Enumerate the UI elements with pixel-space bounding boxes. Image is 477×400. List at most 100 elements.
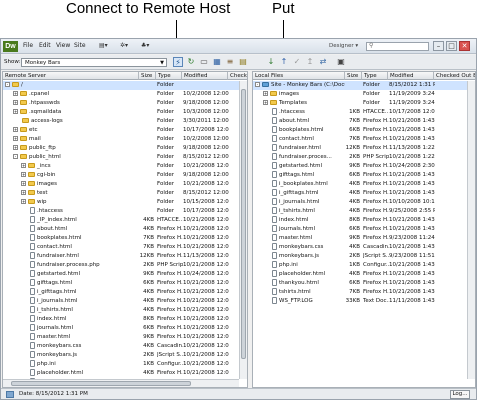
column-header-size[interactable]: Size bbox=[139, 72, 156, 80]
file-row[interactable]: + public_ftp Folder 9/18/2008 12:00 AM bbox=[3, 144, 247, 153]
file-row[interactable]: contact.html 7KBFirefox H...10/21/2008 12… bbox=[3, 243, 247, 252]
file-row[interactable]: php.ini 1KBConfigur...10/21/2008 12:00 AM bbox=[3, 360, 247, 369]
synchronize-icon[interactable]: ⇄ bbox=[318, 57, 328, 67]
menu-file[interactable]: File bbox=[23, 42, 33, 49]
site-icon[interactable]: ♣▾ bbox=[141, 42, 149, 49]
column-header-local-files[interactable]: Local Files bbox=[253, 72, 345, 80]
file-row[interactable]: _IP_index.html 4KB HTACCE... 10/21/2008 12:… bbox=[3, 216, 247, 225]
file-row[interactable]: .htaccess 1KBHTACCE...10/17/2008 12:00 AM bbox=[253, 108, 475, 117]
file-row[interactable]: getstarted.html 9KBFirefox H...10/24/2008… bbox=[253, 162, 475, 171]
file-row[interactable]: bookplates.html 6KBFirefox H...10/21/2008… bbox=[253, 126, 475, 135]
column-header-type[interactable]: Type bbox=[156, 72, 182, 80]
log-button[interactable]: Log... bbox=[450, 390, 470, 399]
search-input[interactable]: ⚲ bbox=[366, 42, 429, 51]
file-row[interactable]: index.html 8KBFirefox H...10/21/2008 1:43… bbox=[253, 216, 475, 225]
file-row[interactable]: + Templates Folder 11/19/2009 3:24 PM bbox=[253, 99, 475, 108]
file-row[interactable]: + wip Folder 10/15/2008 12:00 AM bbox=[3, 198, 247, 207]
get-icon[interactable]: ↓ bbox=[266, 57, 276, 67]
file-row[interactable]: getstarted.html 9KBFirefox H...10/24/2008… bbox=[3, 270, 247, 279]
file-row[interactable]: + images Folder 11/19/2009 3:24 PM bbox=[253, 90, 475, 99]
file-row[interactable]: fundraiser.proces... 2KB PHP Script 10/21/2… bbox=[253, 153, 475, 162]
scroll-thumb[interactable] bbox=[241, 89, 246, 359]
file-row[interactable]: php.ini 1KBConfigur...10/21/2008 1:43 PM bbox=[253, 261, 475, 270]
column-header-modified[interactable]: Modified bbox=[182, 72, 228, 80]
file-row[interactable]: journals.html 6KBFirefox H...10/21/2008 1… bbox=[253, 225, 475, 234]
file-row[interactable]: i_tshirts.html 4KBFirefox H...9/25/2008 2… bbox=[253, 207, 475, 216]
file-row[interactable]: + images Folder 10/21/2008 12:00 AM bbox=[3, 180, 247, 189]
file-row[interactable]: - / Folder bbox=[3, 81, 247, 90]
file-row[interactable]: - public_html Folder 8/15/2012 12:00 AM bbox=[3, 153, 247, 162]
file-row[interactable]: gifttags.html 6KBFirefox H...10/21/2008 1… bbox=[253, 171, 475, 180]
expand-icon[interactable]: ▣ bbox=[336, 57, 346, 67]
file-row[interactable]: + mail Folder 10/2/2008 12:00 AM bbox=[3, 135, 247, 144]
expand-icon[interactable]: + bbox=[263, 91, 268, 96]
check-in-icon[interactable]: ↥ bbox=[305, 57, 315, 67]
file-row[interactable]: + cgi-bin Folder 9/18/2008 12:00 AM bbox=[3, 171, 247, 180]
file-row[interactable]: monkeybars.css 4KBCascadin...10/21/2008 1… bbox=[3, 342, 247, 351]
file-row[interactable]: placeholder.html 4KBFirefox H...10/21/200… bbox=[253, 270, 475, 279]
expand-icon[interactable]: + bbox=[263, 100, 268, 105]
expand-icon[interactable]: + bbox=[13, 136, 18, 141]
extend-icon[interactable]: ✲▾ bbox=[120, 42, 128, 49]
file-row[interactable]: + .htpasswds Folder 9/18/2008 12:00 AM bbox=[3, 99, 247, 108]
file-row[interactable]: monkeybars.css 4KBCascadin...10/21/2008 1… bbox=[253, 243, 475, 252]
collapse-icon[interactable]: - bbox=[13, 154, 18, 159]
file-row[interactable]: thankyou.html 6KBFirefox H...10/21/2008 1… bbox=[253, 279, 475, 288]
file-row[interactable]: i_journals.html 4KBFirefox H...10/10/2008… bbox=[253, 198, 475, 207]
collapse-icon[interactable]: - bbox=[255, 82, 260, 87]
file-row[interactable]: tshirts.html 7KBFirefox H...10/21/2008 1:… bbox=[253, 288, 475, 297]
repository-icon[interactable]: ▤ bbox=[238, 57, 248, 67]
file-row[interactable]: master.html 9KBFirefox H...9/23/2008 11:2… bbox=[253, 234, 475, 243]
expand-icon[interactable]: + bbox=[13, 109, 18, 114]
scroll-thumb[interactable] bbox=[11, 381, 191, 386]
file-row[interactable]: access-logs Folder 3/30/2011 12:00 AM bbox=[3, 117, 247, 126]
file-row[interactable]: + .cpanel Folder 10/2/2008 12:00 AM bbox=[3, 90, 247, 99]
put-icon[interactable]: ↑ bbox=[279, 57, 289, 67]
expand-icon[interactable]: + bbox=[21, 181, 26, 186]
menu-site[interactable]: Site bbox=[74, 42, 86, 49]
file-row[interactable]: about.html 4KBFirefox H...10/21/2008 12:0… bbox=[3, 225, 247, 234]
file-row[interactable]: fundraiser.html 12KBFirefox H...11/13/200… bbox=[3, 252, 247, 261]
expand-icon[interactable]: + bbox=[13, 91, 18, 96]
file-row[interactable]: + etc Folder 10/17/2008 12:00 AM bbox=[3, 126, 247, 135]
expand-icon[interactable]: + bbox=[13, 100, 18, 105]
file-row[interactable]: about.html 7KBFirefox H...10/21/2008 1:43… bbox=[253, 117, 475, 126]
local-vertical-scrollbar[interactable] bbox=[467, 81, 475, 379]
expand-icon[interactable]: + bbox=[21, 163, 26, 168]
file-row[interactable]: i_bookplates.html 4KBFirefox H...10/21/20… bbox=[253, 180, 475, 189]
file-row[interactable]: index.html 8KBFirefox H...10/21/2008 12:0… bbox=[3, 315, 247, 324]
file-row[interactable]: + .sqmaildata Folder 10/3/2008 12:00 AM bbox=[3, 108, 247, 117]
file-row[interactable]: i_gifttags.html 4KBFirefox H...10/21/2008… bbox=[253, 189, 475, 198]
maximize-button[interactable]: □ bbox=[446, 41, 457, 51]
column-header-checked-out-by[interactable]: Checked Out By bbox=[434, 72, 475, 80]
file-row[interactable]: placeholder.html 4KBFirefox H...10/21/200… bbox=[3, 369, 247, 378]
file-row[interactable]: + _incs Folder 10/21/2008 12:00 AM bbox=[3, 162, 247, 171]
column-header-modified[interactable]: Modified bbox=[388, 72, 434, 80]
refresh-icon[interactable]: ↻ bbox=[186, 57, 196, 67]
remote-vertical-scrollbar[interactable] bbox=[239, 81, 247, 379]
testing-server-icon[interactable]: ≡ bbox=[225, 57, 235, 67]
file-row[interactable]: i_gifttags.html 4KBFirefox H...10/21/2008… bbox=[3, 288, 247, 297]
menu-view[interactable]: View bbox=[56, 42, 70, 49]
file-row[interactable]: WS_FTP.LOG 33KB Text Doc... 11/11/2008 1:43… bbox=[253, 297, 475, 306]
file-row[interactable]: - Site - Monkey Bars (C:\Docu... Folder 8/1… bbox=[253, 81, 475, 90]
file-row[interactable]: fundraiser.process.php 2KB PHP Script 10/21… bbox=[3, 261, 247, 270]
view-log-icon[interactable]: ▭ bbox=[199, 57, 209, 67]
collapse-icon[interactable]: - bbox=[5, 82, 10, 87]
expand-icon[interactable]: + bbox=[13, 127, 18, 132]
file-row[interactable]: monkeybars.js 2KB JScript S... 10/21/2008 1… bbox=[3, 351, 247, 360]
minimize-button[interactable]: – bbox=[433, 41, 444, 51]
file-row[interactable]: journals.html 6KBFirefox H...10/21/2008 1… bbox=[3, 324, 247, 333]
file-row[interactable]: i_journals.html 4KBFirefox H...10/21/2008… bbox=[3, 297, 247, 306]
workspace-switcher[interactable]: Designer ▾ bbox=[329, 43, 358, 49]
file-row[interactable]: gifttags.html 6KBFirefox H...10/21/2008 1… bbox=[3, 279, 247, 288]
menu-edit[interactable]: Edit bbox=[39, 42, 51, 49]
connect-icon[interactable]: ⚡ bbox=[173, 57, 183, 67]
file-row[interactable]: contact.html 7KBFirefox H...10/21/2008 1:… bbox=[253, 135, 475, 144]
file-row[interactable]: master.html 9KBFirefox H...10/21/2008 12:… bbox=[3, 333, 247, 342]
file-row[interactable]: fundraiser.html 12KBFirefox H...11/13/200… bbox=[253, 144, 475, 153]
expand-icon[interactable]: + bbox=[21, 190, 26, 195]
expand-icon[interactable]: + bbox=[13, 145, 18, 150]
layout-icon[interactable]: ▤▾ bbox=[99, 42, 108, 49]
remote-view-icon[interactable]: ▦ bbox=[212, 57, 222, 67]
